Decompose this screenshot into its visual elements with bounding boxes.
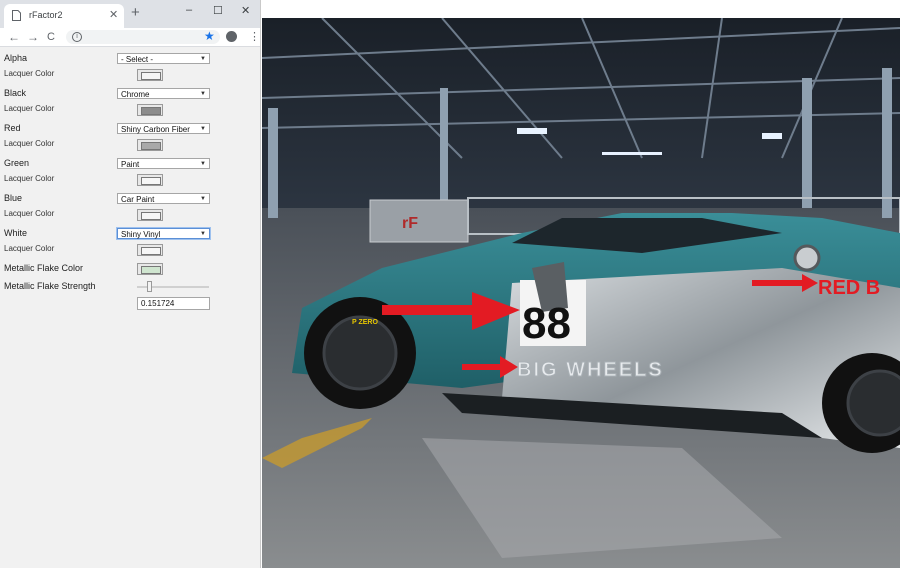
bookmark-star-icon[interactable]: ★ xyxy=(204,28,215,44)
metallic-flake-color-picker[interactable] xyxy=(137,263,163,275)
front-tire-text: P ZERO xyxy=(352,319,378,326)
side-text: BIG WHEELS xyxy=(517,359,664,381)
tab-title: rFactor2 xyxy=(29,10,63,20)
alpha-lacquer-label: Lacquer Color xyxy=(4,69,55,78)
browser-tab[interactable]: rFactor2 ✕ xyxy=(4,4,124,28)
menu-icon[interactable]: ⋮ xyxy=(249,29,260,45)
profile-icon[interactable] xyxy=(226,31,237,42)
maximize-button[interactable]: ☐ xyxy=(213,4,223,17)
back-button[interactable]: ← xyxy=(8,29,20,45)
blue-select-value: Car Paint xyxy=(121,195,155,204)
garage-scene-render: rF P ZERO 88 BIG WHEELS RED B xyxy=(262,18,900,568)
close-window-button[interactable]: ✕ xyxy=(241,4,250,17)
green-material-select[interactable]: Paint ▼ xyxy=(117,158,210,169)
green-label: Green xyxy=(4,158,30,168)
red-lacquer-swatch xyxy=(141,142,161,150)
green-select-value: Paint xyxy=(121,160,140,169)
chevron-down-icon: ▼ xyxy=(200,231,206,237)
green-lacquer-swatch xyxy=(141,177,161,185)
white-lacquer-label: Lacquer Color xyxy=(4,244,55,253)
metallic-flake-strength-label: Metallic Flake Strength xyxy=(4,281,96,291)
close-tab-icon[interactable]: ✕ xyxy=(109,8,118,21)
red-label: Red xyxy=(4,123,21,133)
rear-text: RED B xyxy=(818,277,880,299)
title-bar: rFactor2 ✕ + – ☐ ✕ xyxy=(0,0,260,28)
black-lacquer-swatch xyxy=(141,107,161,115)
white-select-value: Shiny Vinyl xyxy=(121,230,161,239)
alpha-lacquer-color-picker[interactable] xyxy=(137,69,163,81)
white-material-select[interactable]: Shiny Vinyl ▼ xyxy=(117,228,210,239)
chevron-down-icon: ▼ xyxy=(200,56,206,62)
chevron-down-icon: ▼ xyxy=(200,196,206,202)
blue-material-select[interactable]: Car Paint ▼ xyxy=(117,193,210,204)
metallic-flake-swatch xyxy=(141,266,161,274)
chevron-down-icon: ▼ xyxy=(200,161,206,167)
white-lacquer-swatch xyxy=(141,247,161,255)
blue-label: Blue xyxy=(4,193,23,203)
browser-window: rFactor2 ✕ + – ☐ ✕ ← → C i ★ ⋮ Alpha - S… xyxy=(0,0,261,568)
red-lacquer-color-picker[interactable] xyxy=(137,139,163,151)
reload-button[interactable]: C xyxy=(47,29,55,45)
rf2-logo-mark: rF xyxy=(402,215,418,232)
render-viewport[interactable]: rF P ZERO 88 BIG WHEELS RED B xyxy=(262,18,900,568)
red-material-select[interactable]: Shiny Carbon Fiber ▼ xyxy=(117,123,210,134)
metallic-flake-color-label: Metallic Flake Color xyxy=(4,263,84,273)
info-icon[interactable]: i xyxy=(72,32,82,42)
fuel-cap xyxy=(793,244,821,272)
rear-rim xyxy=(846,369,900,437)
white-label: White xyxy=(4,228,28,238)
alpha-lacquer-swatch xyxy=(141,72,161,80)
black-lacquer-label: Lacquer Color xyxy=(4,104,55,113)
chevron-down-icon: ▼ xyxy=(200,126,206,132)
minimize-button[interactable]: – xyxy=(186,4,192,16)
page-icon xyxy=(12,10,21,21)
metallic-flake-strength-input[interactable]: 0.151724 xyxy=(137,297,210,310)
material-form: Alpha - Select - ▼ Lacquer Color Black C… xyxy=(0,47,260,568)
chevron-down-icon: ▼ xyxy=(200,91,206,97)
green-lacquer-label: Lacquer Color xyxy=(4,174,55,183)
black-label: Black xyxy=(4,88,27,98)
car-number: 88 xyxy=(522,299,571,348)
rf2-banner xyxy=(369,199,469,243)
white-lacquer-color-picker[interactable] xyxy=(137,244,163,256)
alpha-select-value: - Select - xyxy=(121,55,154,64)
browser-toolbar: ← → C i ★ ⋮ xyxy=(0,28,260,47)
black-material-select[interactable]: Chrome ▼ xyxy=(117,88,210,99)
address-bar[interactable]: i xyxy=(66,30,220,44)
black-select-value: Chrome xyxy=(121,90,150,99)
red-select-value: Shiny Carbon Fiber xyxy=(121,125,190,134)
alpha-label: Alpha xyxy=(4,53,28,63)
blue-lacquer-swatch xyxy=(141,212,161,220)
green-lacquer-color-picker[interactable] xyxy=(137,174,163,186)
metallic-flake-strength-slider-handle[interactable] xyxy=(147,281,152,292)
black-lacquer-color-picker[interactable] xyxy=(137,104,163,116)
front-rim xyxy=(322,315,398,391)
blue-lacquer-label: Lacquer Color xyxy=(4,209,55,218)
alpha-material-select[interactable]: - Select - ▼ xyxy=(117,53,210,64)
new-tab-button[interactable]: + xyxy=(131,5,140,21)
forward-button[interactable]: → xyxy=(27,29,39,45)
red-lacquer-label: Lacquer Color xyxy=(4,139,55,148)
blue-lacquer-color-picker[interactable] xyxy=(137,209,163,221)
